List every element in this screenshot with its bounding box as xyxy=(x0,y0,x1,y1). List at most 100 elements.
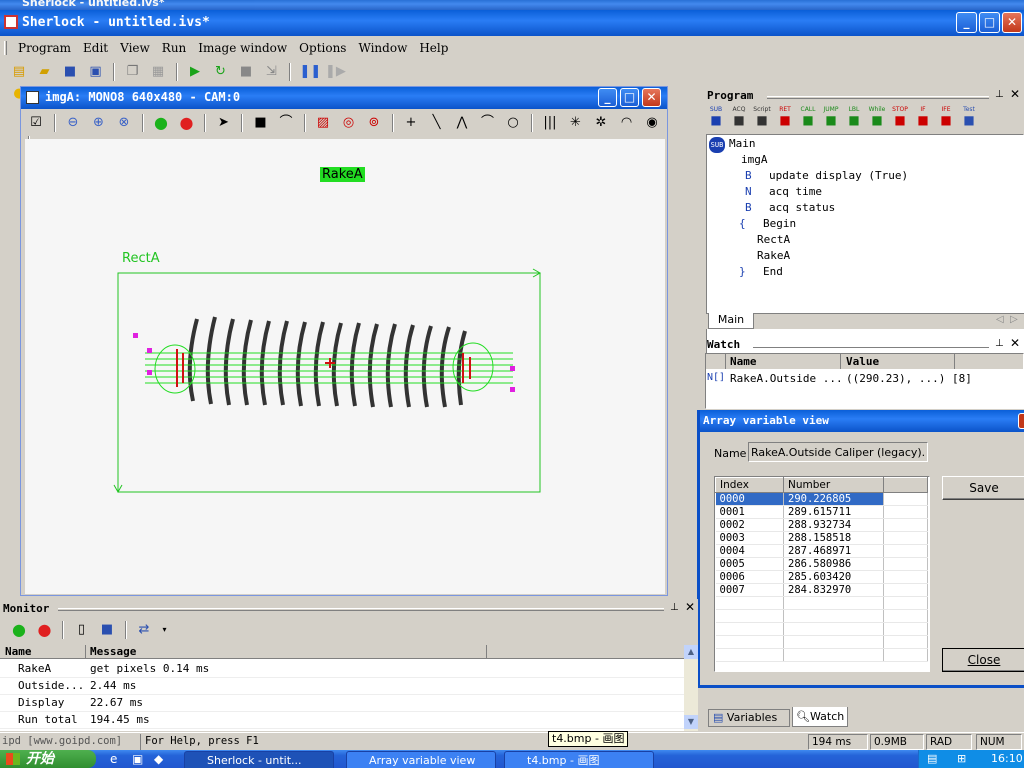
task-paint[interactable]: t4.bmp - 画图 xyxy=(504,751,654,768)
program-tool-ife-icon[interactable]: IFE ■ xyxy=(935,106,957,132)
monitor-row[interactable]: Display 22.67 ms xyxy=(0,695,684,712)
zoom-in-icon[interactable]: ⊕ xyxy=(90,114,108,132)
program-tool-script-icon[interactable]: Script ■ xyxy=(751,106,773,132)
star-tool-icon[interactable]: ✲ xyxy=(592,114,610,132)
stop-icon[interactable]: ■ xyxy=(237,63,255,81)
quicklaunch-icon[interactable]: ▣ xyxy=(132,752,143,766)
monitor-options-icon[interactable]: ⇄ xyxy=(135,621,153,639)
array-row[interactable]: 0004 287.468971 xyxy=(715,544,928,558)
array-row[interactable]: 0001 289.615711 xyxy=(715,505,928,519)
rake-tool-icon[interactable]: ||| xyxy=(541,114,559,132)
arc-line-icon[interactable]: ⌒ xyxy=(479,114,497,132)
close-button[interactable]: ✕ xyxy=(1002,12,1022,33)
array-dialog-close-icon[interactable] xyxy=(1018,413,1024,429)
arc-tool-icon[interactable]: ⌒ xyxy=(277,114,295,132)
program-tool-stop-icon[interactable]: STOP ■ xyxy=(889,106,911,132)
monitor-overflow-icon[interactable]: ▾ xyxy=(161,621,169,639)
monitor-close-icon[interactable]: ✕ xyxy=(685,600,695,614)
tree-item[interactable]: RakeA xyxy=(733,248,790,264)
tab-watch[interactable]: 🔍︎Watch xyxy=(792,707,848,727)
image-window-title-bar[interactable]: imgA: MONO8 640x480 - CAM:0 _ □ ✕ xyxy=(21,87,667,109)
save-icon[interactable]: ■ xyxy=(61,63,79,81)
polyline-tool-icon[interactable]: ⋀ xyxy=(453,114,471,132)
tab-scroll-right-icon[interactable]: ▷ xyxy=(1010,314,1018,325)
monitor-pin-icon[interactable]: ⊥ xyxy=(670,602,679,613)
bullseye-icon[interactable]: ◉ xyxy=(643,114,661,132)
circle-tool-icon[interactable]: ○ xyxy=(504,114,522,132)
menu-run[interactable]: Run xyxy=(156,38,193,58)
tree-item[interactable]: Bupdate display (True) xyxy=(745,168,908,184)
array-row[interactable]: 0002 288.932734 xyxy=(715,518,928,532)
program-tool-sub-icon[interactable]: SUB ■ xyxy=(705,106,727,132)
monitor-save-icon[interactable]: ■ xyxy=(98,621,116,639)
scroll-up-icon[interactable]: ▲ xyxy=(684,645,698,659)
point-tool-icon[interactable]: + xyxy=(402,114,420,132)
scroll-down-icon[interactable]: ▼ xyxy=(684,715,698,729)
task-sherlock[interactable]: Sherlock - untit... xyxy=(184,751,334,768)
step-icon[interactable]: ⇲ xyxy=(263,63,281,81)
new-file-icon[interactable]: ▤ xyxy=(10,63,28,81)
program-close-icon[interactable]: ✕ xyxy=(1010,87,1020,101)
pointer-icon[interactable]: ➤ xyxy=(215,114,233,132)
menu-options[interactable]: Options xyxy=(293,38,352,58)
array-row[interactable]: 0000 290.226805 xyxy=(715,492,928,506)
tree-item[interactable]: Bacq status xyxy=(745,200,835,216)
array-row[interactable]: 0007 284.832970 xyxy=(715,583,928,597)
save-all-icon[interactable]: ▣ xyxy=(87,63,105,81)
tab-main[interactable]: Main xyxy=(708,313,754,329)
program-tool-acq-icon[interactable]: ACQ ■ xyxy=(728,106,750,132)
program-tool-test-icon[interactable]: Test ■ xyxy=(958,106,980,132)
app-title-bar[interactable]: Sherlock - untitled.ivs* _ □ ✕ xyxy=(0,10,1024,36)
program-tool-jump-icon[interactable]: JUMP ■ xyxy=(820,106,842,132)
watch-row[interactable]: N[] RakeA.Outside ... ((290.23), ...) [8… xyxy=(706,371,1023,387)
image-minimize-button[interactable]: _ xyxy=(598,88,617,107)
line-tool-icon[interactable]: ╲ xyxy=(428,114,446,132)
program-tool-if-icon[interactable]: IF ■ xyxy=(912,106,934,132)
monitor-start-icon[interactable]: ● xyxy=(10,621,28,639)
rectangle-tool-icon[interactable]: ■ xyxy=(252,114,270,132)
start-button[interactable]: 开始 xyxy=(0,750,96,768)
tab-scroll-left-icon[interactable]: ◁ xyxy=(996,314,1004,325)
program-tool-call-icon[interactable]: CALL ■ xyxy=(797,106,819,132)
image-close-button[interactable]: ✕ xyxy=(642,88,661,107)
tree-item[interactable]: } End xyxy=(739,264,783,280)
tree-item[interactable]: SUB Main xyxy=(709,136,756,153)
tree-item[interactable]: RectA xyxy=(733,232,790,248)
network-icon[interactable]: ⊞ xyxy=(957,752,966,765)
monitor-row[interactable]: Run total 194.45 ms xyxy=(0,712,684,729)
save-button[interactable]: Save xyxy=(942,476,1024,500)
pause-icon[interactable]: ❚❚ xyxy=(300,63,322,81)
image-canvas[interactable]: RakeA RectA xyxy=(25,139,665,594)
array-name-field[interactable] xyxy=(748,442,928,462)
open-folder-icon[interactable]: ▰ xyxy=(36,63,54,81)
array-row[interactable] xyxy=(715,622,928,636)
watch-close-icon[interactable]: ✕ xyxy=(1010,336,1020,350)
run-icon[interactable]: ▶ xyxy=(186,63,204,81)
program-tool-ret-icon[interactable]: RET ■ xyxy=(774,106,796,132)
step-over-icon[interactable]: ❚▶ xyxy=(325,63,346,81)
zoom-out-icon[interactable]: ⊖ xyxy=(64,114,82,132)
monitor-row[interactable]: Outside... 2.44 ms xyxy=(0,678,684,695)
menu-window[interactable]: Window xyxy=(352,38,413,58)
green-dot-icon[interactable]: ● xyxy=(152,114,170,132)
arc-rake-icon[interactable]: ◠ xyxy=(618,114,636,132)
watch-pin-icon[interactable]: ⊥ xyxy=(995,338,1004,349)
image-maximize-button[interactable]: □ xyxy=(620,88,639,107)
array-row[interactable] xyxy=(715,635,928,649)
menu-edit[interactable]: Edit xyxy=(77,38,114,58)
run-continuous-icon[interactable]: ↻ xyxy=(212,63,230,81)
quicklaunch-2-icon[interactable]: ◆ xyxy=(154,752,163,766)
ie-icon[interactable]: e xyxy=(110,752,117,766)
zoom-fit-icon[interactable]: ⊗ xyxy=(115,114,133,132)
monitor-stop-icon[interactable]: ● xyxy=(36,621,54,639)
array-row[interactable]: 0003 288.158518 xyxy=(715,531,928,545)
monitor-scrollbar[interactable]: ▲ ▼ xyxy=(684,645,698,731)
pin-icon[interactable]: ⊥ xyxy=(995,89,1004,100)
roi-circle-icon[interactable]: ◎ xyxy=(340,114,358,132)
array-row[interactable] xyxy=(715,596,928,610)
program-tool-lbl-icon[interactable]: LBL ■ xyxy=(843,106,865,132)
menu-help[interactable]: Help xyxy=(413,38,454,58)
monitor-row[interactable]: RakeA get pixels 0.14 ms xyxy=(0,661,684,678)
roi-annulus-icon[interactable]: ⊚ xyxy=(365,114,383,132)
array-row[interactable]: 0006 285.603420 xyxy=(715,570,928,584)
